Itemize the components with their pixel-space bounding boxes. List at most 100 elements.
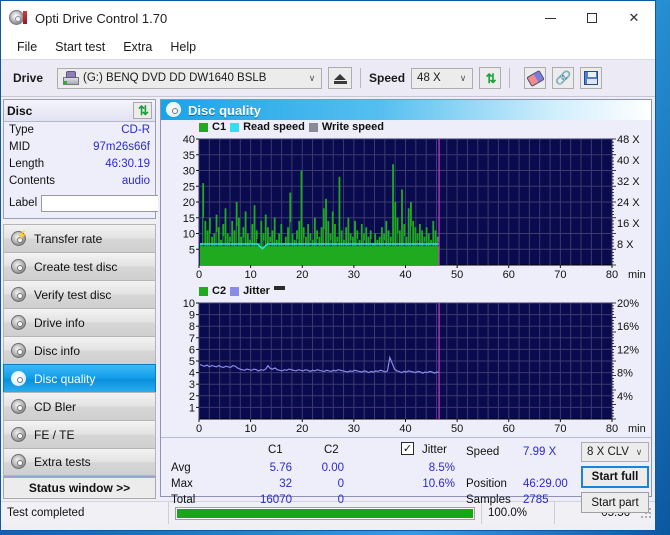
legend-label-jitter: Jitter xyxy=(243,285,270,297)
save-icon xyxy=(584,71,599,85)
svg-text:9: 9 xyxy=(189,310,195,322)
speed-stat-value: 7.99 X xyxy=(523,446,557,458)
chevron-down-icon: ∨ xyxy=(635,446,643,457)
svg-text:12%: 12% xyxy=(617,344,639,356)
start-full-label: Start full xyxy=(591,471,639,483)
svg-text:3: 3 xyxy=(189,379,195,391)
svg-text:30: 30 xyxy=(183,166,195,178)
legend-label-c1: C1 xyxy=(212,121,227,133)
disc-panel-title: Disc xyxy=(7,103,33,118)
title-bar: Opti Drive Control 1.70 ✕ xyxy=(1,1,655,35)
sidebar-item-label: Transfer rate xyxy=(34,231,103,246)
svg-text:80: 80 xyxy=(606,423,618,435)
menu-item-file[interactable]: File xyxy=(9,37,45,57)
chart1-canvas: 5 10 15 20 25 30 35 40 8 X 16 X 24 X 32 X 40 X 48 X 0 1… xyxy=(183,135,646,281)
stats-col-c2: C2 xyxy=(324,444,339,456)
svg-text:35: 35 xyxy=(183,150,195,162)
disc-icon xyxy=(11,342,27,359)
svg-text:4: 4 xyxy=(189,368,195,380)
svg-text:1: 1 xyxy=(189,402,195,414)
disc-quality-title: Disc quality xyxy=(188,102,261,118)
sidebar-item-cd-bler[interactable]: CD Bler xyxy=(3,392,156,420)
legend-swatch-write-speed xyxy=(308,122,318,132)
chain-button[interactable]: 🔗 xyxy=(552,67,575,89)
disc-icon xyxy=(11,426,27,443)
stats-panel: C1 C2 ✓ Jitter Avg 5.76 0.00 8.5% Max 32… xyxy=(161,437,651,513)
write-mode-value: 8 X CLV xyxy=(587,446,629,458)
speed-select-value: 48 X xyxy=(417,72,441,84)
sidebar-nav: ⚡ Transfer rate Create test disc Verify … xyxy=(3,224,156,476)
chart-c1-readspeed: C1 Read speed Write speed 5 10 15 20 25 30 35 4… xyxy=(161,120,651,285)
chart2-canvas: 123456789104%8%12%16%20%0 10 20 30 40 50 60 70 8… xyxy=(183,299,646,435)
stats-total-c2: 0 xyxy=(337,494,344,506)
sidebar-item-create-test-disc[interactable]: Create test disc xyxy=(3,252,156,280)
status-window-button[interactable]: Status window >> xyxy=(3,477,156,499)
disc-icon xyxy=(11,286,27,303)
stats-avg-c2: 0.00 xyxy=(321,462,344,474)
svg-text:5: 5 xyxy=(189,356,195,368)
write-mode-select[interactable]: 8 X CLV ∨ xyxy=(581,442,649,462)
save-button[interactable] xyxy=(580,67,603,89)
start-part-button[interactable]: Start part xyxy=(581,492,649,513)
sidebar-item-label: CD Bler xyxy=(34,399,77,414)
sidebar-item-disc-info[interactable]: Disc info xyxy=(3,336,156,364)
menu-item-extra[interactable]: Extra xyxy=(115,37,160,57)
sidebar-item-label: Extra tests xyxy=(34,455,91,469)
legend-swatch-c2 xyxy=(199,286,208,296)
disc-row-type: Type CD-R xyxy=(4,122,155,139)
close-button[interactable]: ✕ xyxy=(613,1,655,35)
menu-item-help[interactable]: Help xyxy=(162,37,204,57)
speed-select[interactable]: 48 X ∨ xyxy=(411,67,474,89)
disc-label-caption: Label xyxy=(9,197,38,209)
disc-icon xyxy=(11,370,27,387)
svg-text:5: 5 xyxy=(189,244,195,256)
legend-label-c2: C2 xyxy=(212,285,227,297)
disc-icon xyxy=(11,398,27,415)
erase-button[interactable] xyxy=(524,67,547,89)
position-stat-value: 46:29.00 xyxy=(523,478,568,490)
drive-select-value: (G:) BENQ DVD DD DW1640 BSLB xyxy=(83,72,267,84)
disc-quality-panel: Disc quality C1 Read speed Write speed 5… xyxy=(160,99,652,513)
svg-text:16 X: 16 X xyxy=(617,218,640,230)
maximize-button[interactable] xyxy=(571,1,613,35)
svg-text:20%: 20% xyxy=(617,299,639,310)
sidebar-item-fe-te[interactable]: FE / TE xyxy=(3,420,156,448)
content-area: Disc quality C1 Read speed Write speed 5… xyxy=(158,97,655,513)
svg-text:2: 2 xyxy=(189,391,195,403)
start-full-button[interactable]: Start full xyxy=(581,466,649,488)
sidebar-item-transfer-rate[interactable]: ⚡ Transfer rate xyxy=(3,224,156,252)
stats-row-avg-key: Avg xyxy=(171,462,191,474)
sidebar-item-label: FE / TE xyxy=(34,427,75,442)
stats-total-c1: 16070 xyxy=(260,494,292,506)
refresh-drive-button[interactable]: ⇅ xyxy=(479,67,502,89)
sidebar-item-disc-quality[interactable]: Disc quality xyxy=(3,364,156,392)
sidebar-item-label: Create test disc xyxy=(34,259,118,274)
drive-label: Drive xyxy=(13,71,44,85)
svg-text:48 X: 48 X xyxy=(617,135,640,146)
svg-text:80: 80 xyxy=(606,269,618,281)
sidebar-item-drive-info[interactable]: Drive info xyxy=(3,308,156,336)
stats-avg-c1: 5.76 xyxy=(269,462,292,474)
drive-toolbar: Drive (G:) BENQ DVD DD DW1640 BSLB ∨ Spe… xyxy=(1,59,655,97)
disc-refresh-button[interactable]: ⇅ xyxy=(133,102,152,119)
svg-text:60: 60 xyxy=(503,423,515,435)
eject-button[interactable] xyxy=(328,67,353,89)
disc-panel-header: Disc ⇅ xyxy=(4,100,155,122)
app-disc-icon xyxy=(9,9,27,27)
status-window-label: Status window >> xyxy=(28,481,131,495)
jitter-checkbox[interactable]: ✓ xyxy=(401,442,414,455)
drive-select[interactable]: (G:) BENQ DVD DD DW1640 BSLB ∨ xyxy=(57,67,323,89)
legend-label-read-speed: Read speed xyxy=(243,121,305,133)
close-icon: ✕ xyxy=(628,10,640,25)
svg-text:40: 40 xyxy=(183,135,195,146)
svg-text:20: 20 xyxy=(183,197,195,209)
svg-text:60: 60 xyxy=(503,269,515,281)
svg-text:10: 10 xyxy=(183,299,195,310)
svg-text:min: min xyxy=(628,423,646,435)
disc-row-length: Length 46:30.19 xyxy=(4,156,155,173)
sidebar-item-extra-tests[interactable]: Extra tests xyxy=(3,448,156,476)
refresh-icon: ⇅ xyxy=(485,70,497,86)
sidebar-item-verify-test-disc[interactable]: Verify test disc xyxy=(3,280,156,308)
minimize-button[interactable] xyxy=(529,1,571,35)
menu-item-start-test[interactable]: Start test xyxy=(47,37,113,57)
